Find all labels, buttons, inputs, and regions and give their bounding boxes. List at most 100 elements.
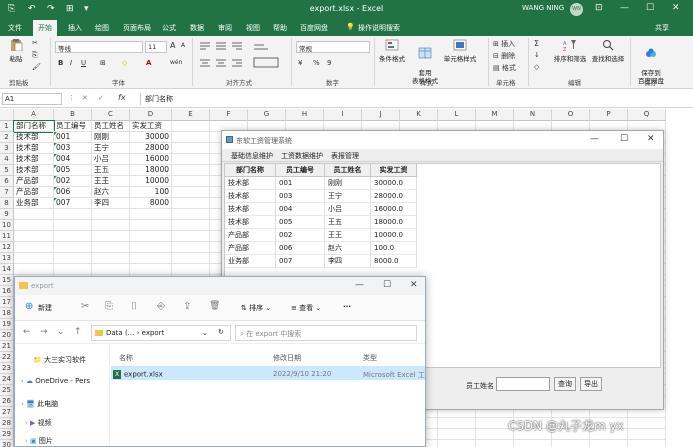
insert-function-icon[interactable]: fx xyxy=(118,93,126,102)
grow-font-icon[interactable]: A xyxy=(170,41,175,50)
table-cell[interactable]: 18000.0 xyxy=(371,216,417,229)
fill-icon[interactable]: ↓ xyxy=(534,51,540,59)
sheet-cell[interactable]: 005 xyxy=(54,165,92,176)
app-close-icon[interactable]: ✕ xyxy=(647,134,655,144)
column-header[interactable]: P xyxy=(590,109,628,121)
view-button[interactable]: ≡ 查看 ⌄ xyxy=(291,303,321,313)
sheet-cell[interactable] xyxy=(130,264,172,275)
row-header[interactable]: 11 xyxy=(0,231,14,242)
export-button[interactable]: 导出 xyxy=(580,377,602,391)
row-header[interactable]: 17 xyxy=(0,297,14,308)
row-header[interactable]: 28 xyxy=(0,418,14,429)
row-header[interactable]: 4 xyxy=(0,154,14,165)
select-all-corner[interactable] xyxy=(0,109,14,121)
tab-help[interactable]: 帮助 xyxy=(273,23,287,33)
table-header[interactable]: 员工姓名 xyxy=(325,164,371,177)
table-cell[interactable]: 技术部 xyxy=(225,216,276,229)
sheet-cell[interactable] xyxy=(172,132,210,143)
delete-icon[interactable]: 🗑 xyxy=(209,301,220,311)
table-cell[interactable]: 006 xyxy=(276,242,325,255)
table-cell[interactable]: 技术部 xyxy=(225,177,276,190)
column-header[interactable]: A xyxy=(14,109,54,121)
conditional-format-button[interactable]: 条件格式 xyxy=(378,39,406,63)
borders-icon[interactable]: ⊞ xyxy=(100,59,106,67)
sheet-cell[interactable]: 003 xyxy=(54,143,92,154)
tell-me-search[interactable]: 操作说明搜索 xyxy=(358,23,400,33)
sheet-cell[interactable] xyxy=(130,253,172,264)
sheet-cell[interactable] xyxy=(172,231,210,242)
sheet-cell[interactable] xyxy=(628,429,666,440)
table-cell[interactable]: 王王 xyxy=(325,229,371,242)
row-header[interactable]: 15 xyxy=(0,275,14,286)
format-painter-icon[interactable]: 🖌 xyxy=(32,63,41,71)
share-icon[interactable]: ⇪ xyxy=(183,301,191,312)
row-header[interactable]: 6 xyxy=(0,176,14,187)
table-cell[interactable]: 小吕 xyxy=(325,203,371,216)
row-header[interactable]: 20 xyxy=(0,330,14,341)
table-cell[interactable]: 产品部 xyxy=(225,242,276,255)
file-name[interactable]: Xexport.xlsx xyxy=(113,370,163,379)
sheet-cell[interactable]: 技术部 xyxy=(14,154,54,165)
sheet-cell[interactable] xyxy=(54,253,92,264)
shrink-font-icon[interactable]: A xyxy=(181,42,185,49)
path-drive[interactable]: Data (... xyxy=(106,329,134,337)
sheet-cell[interactable] xyxy=(130,220,172,231)
sheet-cell[interactable] xyxy=(54,209,92,220)
refresh-icon[interactable]: ↻ xyxy=(218,328,224,336)
column-type[interactable]: 类型 xyxy=(363,353,377,363)
sheet-cell[interactable] xyxy=(476,440,514,447)
menu-basic-info[interactable]: 基础信息维护 xyxy=(231,151,273,161)
copy-icon[interactable]: ⎘ xyxy=(105,301,113,312)
column-header[interactable]: Q xyxy=(628,109,666,121)
enter-icon[interactable]: ✓ xyxy=(98,94,104,102)
nav-item-cloud[interactable]: › ☁ OneDrive - Pers xyxy=(21,377,90,385)
row-header[interactable]: 30 xyxy=(0,440,14,447)
sheet-cell[interactable] xyxy=(14,242,54,253)
sheet-cell[interactable] xyxy=(172,187,210,198)
sheet-cell[interactable] xyxy=(14,253,54,264)
sheet-cell[interactable] xyxy=(172,121,210,132)
table-cell[interactable]: 002 xyxy=(276,229,325,242)
number-format-select[interactable]: 常规 xyxy=(296,41,370,53)
table-cell[interactable]: 刚刚 xyxy=(325,177,371,190)
row-header[interactable]: 7 xyxy=(0,187,14,198)
sheet-cell[interactable] xyxy=(628,418,666,429)
bold-button[interactable]: B xyxy=(58,59,63,67)
sheet-cell[interactable]: 001 xyxy=(54,132,92,143)
sheet-cell[interactable] xyxy=(172,209,210,220)
sheet-cell[interactable] xyxy=(92,231,130,242)
sheet-cell[interactable] xyxy=(514,440,552,447)
table-cell[interactable]: 李四 xyxy=(325,255,371,268)
sheet-cell[interactable] xyxy=(172,198,210,209)
sheet-cell[interactable] xyxy=(172,264,210,275)
font-name-select[interactable]: 等线 xyxy=(55,41,143,53)
sheet-cell[interactable]: 小吕 xyxy=(92,154,130,165)
table-cell[interactable]: 003 xyxy=(276,190,325,203)
paste-button[interactable]: 粘贴 xyxy=(6,39,26,63)
sheet-cell[interactable]: 16000 xyxy=(130,154,172,165)
sheet-cell[interactable]: 004 xyxy=(54,154,92,165)
sheet-cell[interactable] xyxy=(172,242,210,253)
cut-icon[interactable]: ✂ xyxy=(32,39,38,47)
column-header[interactable]: F xyxy=(210,109,248,121)
comma-icon[interactable]: 9 xyxy=(327,59,331,67)
tab-baidu[interactable]: 百度网盘 xyxy=(300,23,328,33)
column-header[interactable]: I xyxy=(324,109,362,121)
explorer-minimize-icon[interactable]: — xyxy=(355,280,364,290)
sheet-cell[interactable]: 技术部 xyxy=(14,143,54,154)
path-dropdown-icon[interactable]: ⌄ xyxy=(202,329,208,337)
row-header[interactable]: 9 xyxy=(0,209,14,220)
sheet-cell[interactable]: 部门名称 xyxy=(13,120,55,133)
employee-name-input[interactable] xyxy=(496,377,550,391)
sort-filter-button[interactable]: AZ 排序和筛选 xyxy=(552,39,588,63)
sheet-cell[interactable] xyxy=(172,220,210,231)
column-header[interactable]: C xyxy=(92,109,130,121)
recent-icon[interactable]: ⌄ xyxy=(57,327,65,337)
formula-more-icon[interactable]: ⋮ xyxy=(68,94,75,102)
row-header[interactable]: 29 xyxy=(0,429,14,440)
sheet-cell[interactable] xyxy=(14,209,54,220)
cancel-icon[interactable]: ✕ xyxy=(82,94,88,102)
sheet-cell[interactable] xyxy=(14,220,54,231)
app-maximize-icon[interactable]: ☐ xyxy=(620,134,628,144)
tab-data[interactable]: 数据 xyxy=(190,23,204,33)
